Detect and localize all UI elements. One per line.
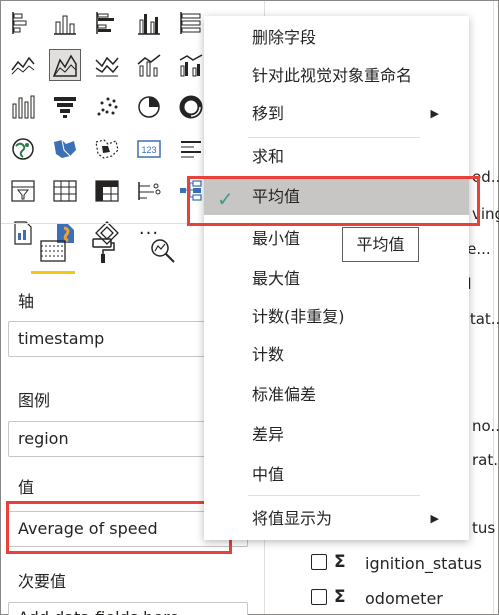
menu-sum[interactable]: 求和 xyxy=(204,139,469,175)
menu-rename-for-visual[interactable]: 针对此视觉对象重命名 xyxy=(204,58,469,94)
field-odometer[interactable]: odometer xyxy=(365,589,443,608)
field-context-menu: 删除字段 针对此视觉对象重命名 移到 ▶ 求和 ✓ 平均值 最小值 最大值 计数(非… xyxy=(204,16,469,540)
field-checkbox-odometer[interactable] xyxy=(311,589,327,605)
secondary-values-drop-zone[interactable]: Add data fields here xyxy=(8,602,248,615)
menu-count-distinct[interactable]: 计数(非重复) xyxy=(204,299,469,335)
average-tooltip: 平均值 xyxy=(342,227,419,262)
menu-count[interactable]: 计数 xyxy=(204,337,469,373)
menu-item-label: 标准偏差 xyxy=(252,385,317,404)
stacked-area-icon[interactable] xyxy=(91,49,123,81)
clustered-bar-icon[interactable] xyxy=(91,7,123,39)
menu-remove-field[interactable]: 删除字段 xyxy=(204,20,469,56)
field-fragment: ed... xyxy=(472,168,499,186)
field-fragment: no... xyxy=(472,417,499,435)
menu-item-label: 移到 xyxy=(252,104,285,123)
kpi-icon[interactable] xyxy=(133,175,165,207)
menu-separator xyxy=(248,495,420,496)
legend-section-label: 图例 xyxy=(18,391,51,410)
menu-item-label: 将值显示为 xyxy=(252,509,333,528)
format-paint-roller-icon[interactable] xyxy=(83,231,123,271)
axis-section-label: 轴 xyxy=(18,292,35,311)
filled-map-icon[interactable] xyxy=(49,133,81,165)
sigma-icon: Σ xyxy=(334,587,346,607)
area-chart-icon[interactable] xyxy=(49,49,81,81)
menu-item-label: 删除字段 xyxy=(252,28,317,47)
menu-item-label: 计数 xyxy=(252,345,285,364)
donut-chart-icon[interactable] xyxy=(175,91,207,123)
funnel-icon[interactable] xyxy=(49,91,81,123)
100-percent-bar-icon[interactable] xyxy=(175,7,207,39)
line-column-icon[interactable] xyxy=(133,49,165,81)
menu-item-label: 计数(非重复) xyxy=(252,307,345,326)
menu-maximum[interactable]: 最大值 xyxy=(204,261,469,297)
menu-median[interactable]: 中值 xyxy=(204,457,469,493)
values-section-label: 值 xyxy=(18,478,35,497)
analytics-magnifier-icon[interactable] xyxy=(143,231,183,271)
menu-item-label: 差异 xyxy=(252,425,285,444)
map-icon[interactable] xyxy=(7,133,39,165)
menu-separator xyxy=(248,137,420,138)
field-fragment: ving xyxy=(472,205,499,223)
menu-item-label: 求和 xyxy=(252,147,285,166)
card-icon[interactable]: 123 xyxy=(133,133,165,165)
submenu-arrow-icon: ▶ xyxy=(430,512,439,525)
matrix-icon[interactable] xyxy=(91,175,123,207)
checkmark-icon: ✓ xyxy=(217,187,234,211)
active-tab-indicator xyxy=(31,271,75,274)
multi-row-card-icon[interactable] xyxy=(175,133,207,165)
line-clustered-column-icon[interactable] xyxy=(175,49,207,81)
slicer-icon[interactable] xyxy=(7,175,39,207)
table-icon[interactable] xyxy=(49,175,81,207)
stacked-column-icon[interactable] xyxy=(49,7,81,39)
fields-tab-icon[interactable] xyxy=(33,231,73,271)
menu-item-label: 平均值 xyxy=(252,187,301,206)
pie-chart-icon[interactable] xyxy=(133,91,165,123)
menu-item-label: 最大值 xyxy=(252,269,301,288)
menu-average[interactable]: ✓ 平均值 xyxy=(204,179,469,215)
menu-variance[interactable]: 差异 xyxy=(204,417,469,453)
menu-item-label: 中值 xyxy=(252,465,285,484)
field-checkbox-ignition[interactable] xyxy=(311,554,327,570)
field-ignition-status[interactable]: ignition_status xyxy=(365,554,482,573)
treemap-icon[interactable] xyxy=(91,133,123,165)
line-chart-icon[interactable] xyxy=(7,49,39,81)
menu-minimum[interactable]: 最小值 xyxy=(204,221,469,257)
menu-item-label: 针对此视觉对象重命名 xyxy=(252,66,413,85)
menu-show-value-as[interactable]: 将值显示为 ▶ xyxy=(204,501,469,537)
stacked-bar-icon[interactable] xyxy=(7,7,39,39)
decomposition-tree-icon[interactable] xyxy=(175,175,207,207)
scatter-icon[interactable] xyxy=(91,91,123,123)
field-fragment: rat... xyxy=(472,451,499,469)
menu-standard-deviation[interactable]: 标准偏差 xyxy=(204,377,469,413)
submenu-arrow-icon: ▶ xyxy=(430,107,439,120)
field-fragment: tus xyxy=(472,519,496,537)
ribbon-chart-icon[interactable] xyxy=(7,91,39,123)
menu-item-label: 最小值 xyxy=(252,229,301,248)
clustered-column-icon[interactable] xyxy=(133,7,165,39)
sigma-icon: Σ xyxy=(334,552,346,572)
secondary-values-label: 次要值 xyxy=(18,572,67,591)
menu-move-to[interactable]: 移到 ▶ xyxy=(204,96,469,132)
svg-text:123: 123 xyxy=(141,145,156,155)
